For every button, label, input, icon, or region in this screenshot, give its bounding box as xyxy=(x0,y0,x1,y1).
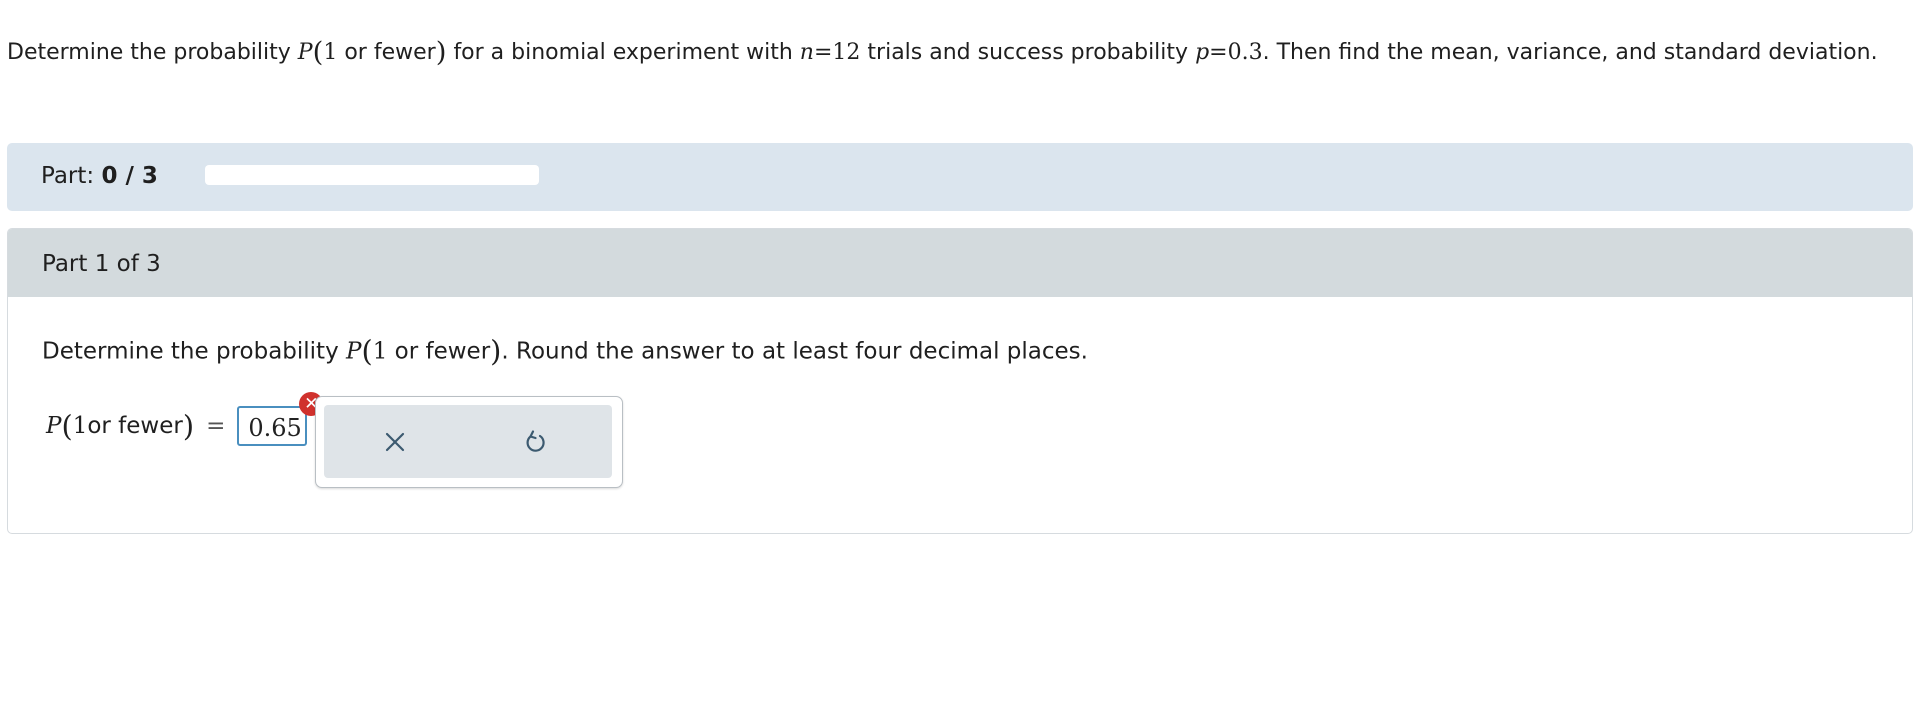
part-progress-bar: Part: 0 / 3 xyxy=(7,143,1913,211)
instruction-before: Determine the probability xyxy=(42,338,339,365)
part-header-title: Part 1 of 3 xyxy=(42,251,161,277)
answer-input-value: 0.65 xyxy=(248,414,302,442)
close-icon xyxy=(385,432,405,452)
clear-button[interactable] xyxy=(380,427,410,457)
instruction-prob-number: 1 xyxy=(372,338,388,365)
undo-button[interactable] xyxy=(520,427,550,457)
progress-track xyxy=(205,165,539,185)
part-progress-value: 0 / 3 xyxy=(101,163,158,189)
part-card: Part 1 of 3 Determine the probability P(… xyxy=(7,228,1913,534)
instruction-prob-symbol: P xyxy=(346,338,362,365)
p-value: 0.3 xyxy=(1227,40,1263,65)
n-equals: = xyxy=(813,40,833,65)
answer-prob-symbol: P xyxy=(46,413,62,439)
instruction-prob-text: or fewer xyxy=(387,338,491,365)
question-intro: Determine the probability xyxy=(7,40,291,65)
question-trials: trials and success probability xyxy=(867,40,1189,65)
part-instruction: Determine the probability P(1 or fewer).… xyxy=(42,334,1088,368)
n-value: 12 xyxy=(832,40,861,65)
answer-equals: = xyxy=(206,413,226,439)
answer-tools-panel xyxy=(315,396,623,488)
p-symbol: p xyxy=(1195,40,1210,65)
prob-arg-number: 1 xyxy=(323,40,338,65)
question-text: Determine the probability P(1 or fewer) … xyxy=(7,36,1878,69)
answer-tools-inner xyxy=(324,405,612,478)
answer-prob-text: or fewer xyxy=(87,413,183,439)
part-header: Part 1 of 3 xyxy=(8,229,1912,297)
answer-input[interactable]: 0.65 ✕ xyxy=(237,392,324,446)
part-progress-label: Part: 0 / 3 xyxy=(41,163,158,189)
answer-prob-number: 1 xyxy=(72,413,88,439)
undo-icon xyxy=(526,430,545,452)
prob-arg-text: or fewer xyxy=(337,40,436,65)
question-ending: . Then find the mean, variance, and stan… xyxy=(1262,40,1878,65)
p-equals: = xyxy=(1209,40,1228,65)
instruction-after: . Round the answer to at least four deci… xyxy=(501,338,1088,365)
n-symbol: n xyxy=(799,40,814,65)
part-progress-caption: Part: xyxy=(41,163,95,189)
question-middle: for a binomial experiment with xyxy=(453,40,793,65)
prob-symbol: P xyxy=(297,40,313,65)
answer-row: P(1 or fewer) = 0.65 ✕ xyxy=(46,392,324,446)
